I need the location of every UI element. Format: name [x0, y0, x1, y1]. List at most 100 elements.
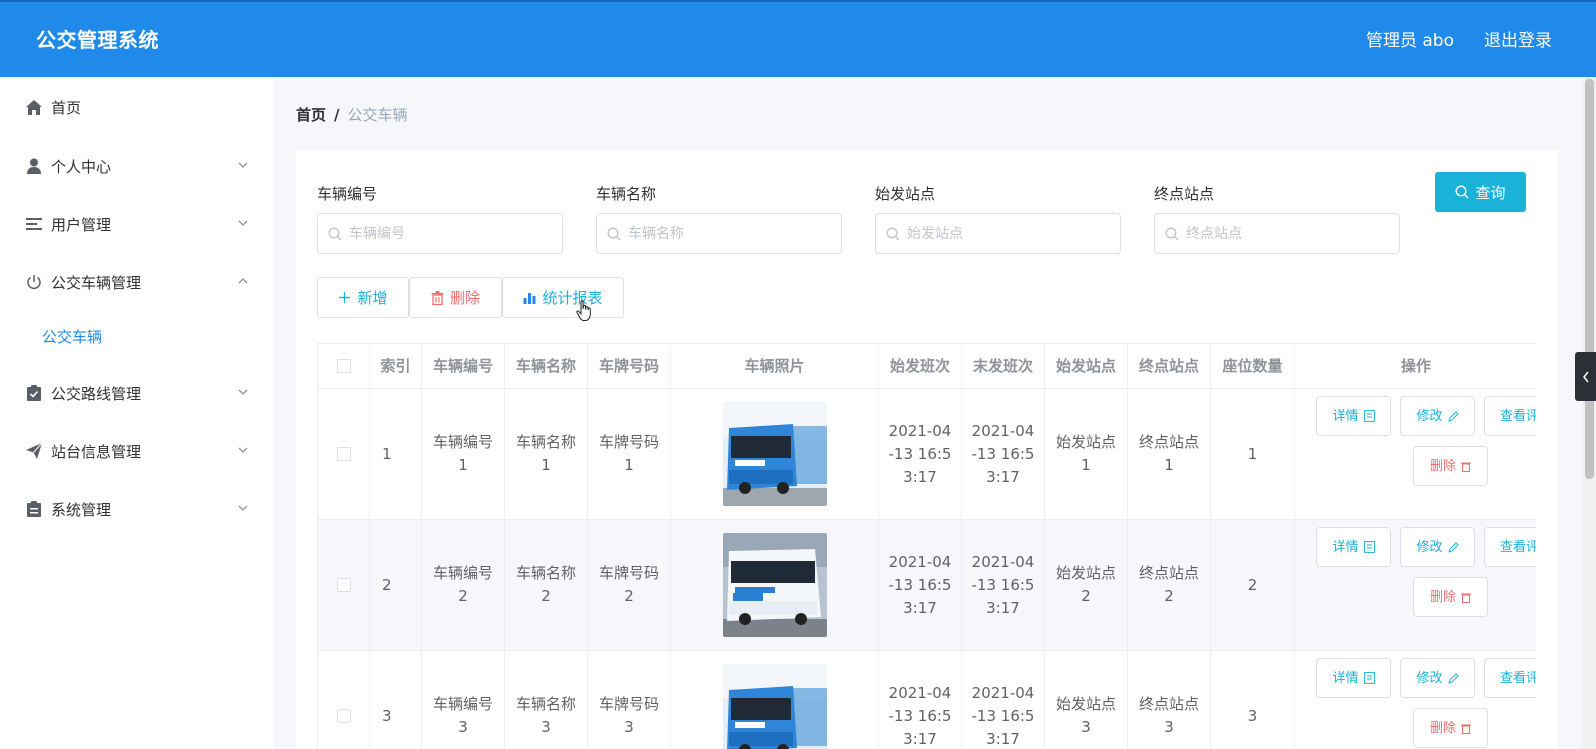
breadcrumb-home[interactable]: 首页: [296, 106, 326, 124]
sidebar-item-system-management[interactable]: 系统管理: [0, 489, 274, 529]
view-comments-button[interactable]: 查看评: [1484, 527, 1536, 567]
row-delete-button[interactable]: 删除: [1413, 708, 1488, 748]
search-icon: [886, 227, 900, 240]
start-station-text: 始发站点2: [1055, 564, 1116, 605]
first-departure-cell: 2021-04-13 16:53:17: [879, 520, 962, 651]
seats-text: 3: [1247, 706, 1258, 725]
sidebar-subitem-bus[interactable]: 公交车辆: [0, 316, 274, 356]
home-icon: [25, 98, 43, 116]
bus-photo-frame: [722, 533, 827, 637]
index-cell: 1: [370, 389, 422, 520]
bus-photo: [722, 533, 827, 637]
plate-cell: 车牌号码1: [588, 389, 671, 520]
sidebar-item-label: 站台信息管理: [51, 443, 142, 461]
statistics-report-label: 统计报表: [542, 289, 603, 307]
header-end-station: 终点站点: [1128, 344, 1211, 389]
vehicle-name-input[interactable]: [628, 225, 828, 242]
search-icon: [607, 227, 621, 240]
end-station-text: 终点站点3: [1138, 695, 1199, 736]
end-station-text: 终点站点2: [1138, 564, 1199, 605]
sidebar-item-route-management[interactable]: 公交路线管理: [0, 373, 274, 413]
start-station-text: 始发站点3: [1055, 695, 1116, 736]
sidebar-item-profile[interactable]: 个人中心: [0, 146, 274, 186]
row-checkbox[interactable]: [336, 578, 351, 592]
sidebar-item-station-management[interactable]: 站台信息管理: [0, 431, 274, 471]
end-station-input[interactable]: [1186, 225, 1386, 242]
plate-cell: 车牌号码3: [588, 651, 671, 749]
edit-button[interactable]: 修改: [1400, 658, 1475, 698]
header-start-station: 始发站点: [1045, 344, 1128, 389]
header-actions: 操作: [1295, 344, 1536, 389]
vehicle-code-label: 车辆编号: [317, 185, 378, 203]
index-text: 2: [382, 575, 392, 594]
view-comments-button[interactable]: 查看评: [1484, 658, 1536, 698]
select-all-checkbox[interactable]: [336, 359, 351, 373]
vehicle-code-text: 车辆编号3: [432, 695, 493, 736]
search-icon: [328, 227, 342, 240]
header-photo: 车辆照片: [671, 344, 879, 389]
sidebar-item-home[interactable]: 首页: [0, 87, 274, 127]
side-panel-toggle[interactable]: [1575, 352, 1596, 401]
vehicle-name-field[interactable]: [596, 213, 842, 254]
end-station-text: 终点站点1: [1138, 433, 1199, 474]
start-station-cell: 始发站点1: [1045, 389, 1128, 520]
edit-label: 修改: [1416, 408, 1443, 424]
detail-button[interactable]: 详情: [1316, 396, 1391, 436]
view-comments-label: 查看评: [1500, 539, 1536, 555]
row-checkbox[interactable]: [336, 709, 351, 723]
row-delete-button[interactable]: 删除: [1413, 446, 1488, 486]
statistics-report-button[interactable]: 统计报表: [502, 277, 624, 318]
plate-cell: 车牌号码2: [588, 520, 671, 651]
logout-link[interactable]: 退出登录: [1484, 26, 1552, 51]
breadcrumb-separator: /: [334, 106, 340, 124]
vehicle-code-text: 车辆编号1: [432, 433, 493, 474]
vehicle-name-label: 车辆名称: [596, 185, 657, 203]
query-button[interactable]: 查询: [1435, 172, 1526, 212]
row-delete-label: 删除: [1429, 720, 1456, 736]
sidebar-item-bus-management[interactable]: 公交车辆管理: [0, 262, 274, 302]
vehicle-code-input[interactable]: [349, 225, 549, 242]
top-header: 公交管理系统 管理员 abo 退出登录: [0, 0, 1596, 77]
seats-text: 2: [1247, 575, 1258, 594]
actions-cell: 详情 修改 查看评删除: [1295, 651, 1536, 749]
edit-button[interactable]: 修改: [1400, 396, 1475, 436]
pencil-icon: [1447, 410, 1459, 422]
chevron-up-icon: [238, 278, 248, 284]
end-station-field[interactable]: [1154, 213, 1400, 254]
bus-photo-frame: [722, 402, 827, 506]
page-scrollbar[interactable]: [1582, 77, 1596, 749]
delete-button[interactable]: 删除: [409, 277, 502, 318]
header-vehicle-code: 车辆编号: [422, 344, 505, 389]
select-all-cell: [318, 344, 370, 389]
start-station-input[interactable]: [907, 225, 1107, 242]
edit-button[interactable]: 修改: [1400, 527, 1475, 567]
sidebar-item-users[interactable]: 用户管理: [0, 204, 274, 244]
index-cell: 3: [370, 651, 422, 749]
view-comments-button[interactable]: 查看评: [1484, 396, 1536, 436]
sidebar-item-label: 用户管理: [51, 216, 112, 234]
vehicle-code-field[interactable]: [317, 213, 563, 254]
add-button[interactable]: 新增: [317, 277, 409, 318]
first-departure-text: 2021-04-13 16:53:17: [888, 683, 952, 748]
row-select-cell: [318, 651, 370, 749]
scrollbar-thumb[interactable]: [1585, 79, 1594, 479]
row-delete-button[interactable]: 删除: [1413, 577, 1488, 617]
bus-photo: [722, 664, 827, 749]
start-station-field[interactable]: [875, 213, 1121, 254]
search-icon: [1165, 227, 1179, 240]
last-departure-text: 2021-04-13 16:53:17: [971, 683, 1035, 748]
vehicle-name-text: 车辆名称2: [515, 564, 576, 605]
table-row: 1 车辆编号1 车辆名称1 车牌号码1 2021-04-13 16:53:17 2021…: [318, 389, 1536, 520]
vehicle-code-cell: 车辆编号1: [422, 389, 505, 520]
start-station-cell: 始发站点2: [1045, 520, 1128, 651]
index-cell: 2: [370, 520, 422, 651]
seats-cell: 3: [1211, 651, 1295, 749]
sidebar-subitem-label: 公交车辆: [42, 328, 103, 346]
detail-button[interactable]: 详情: [1316, 658, 1391, 698]
bar-chart-icon: [523, 292, 536, 304]
detail-label: 详情: [1332, 539, 1359, 555]
view-comments-label: 查看评: [1500, 670, 1536, 686]
detail-button[interactable]: 详情: [1316, 527, 1391, 567]
hand-cursor-icon: [576, 300, 591, 321]
row-checkbox[interactable]: [336, 447, 351, 461]
